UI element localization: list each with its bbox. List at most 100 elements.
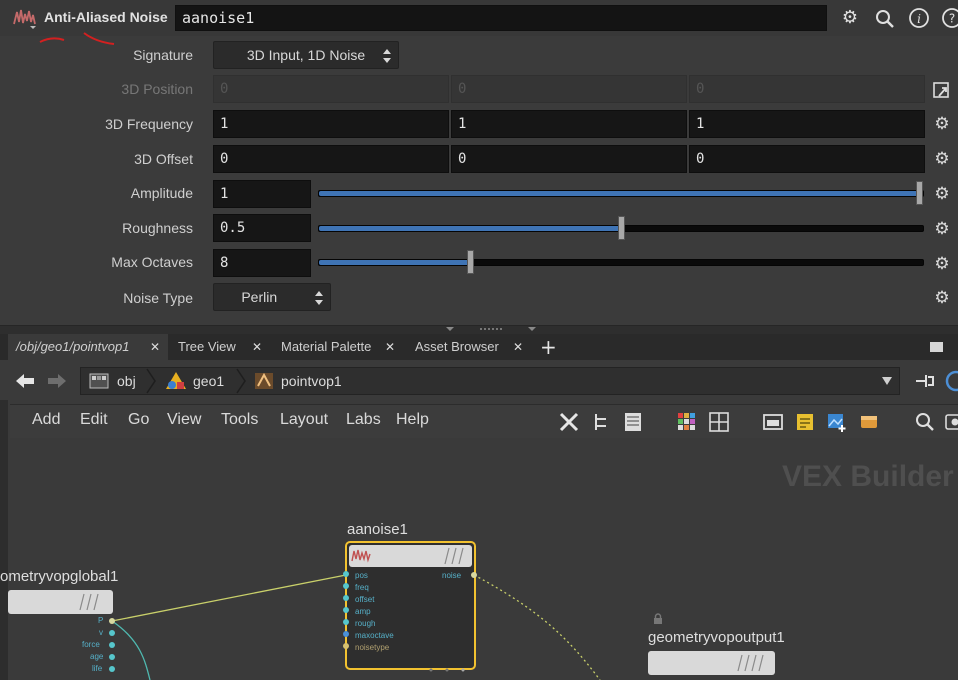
channel-link-icon[interactable] [931,79,953,101]
close-icon[interactable]: ✕ [385,334,395,360]
position-label: 3D Position [121,81,193,97]
close-icon[interactable]: ✕ [252,334,262,360]
output-node[interactable] [648,651,775,675]
search-icon[interactable] [874,8,896,30]
pin-icon[interactable] [914,372,936,390]
amplitude-slider-handle[interactable] [916,181,923,205]
port-dot [343,631,349,637]
sticky-note-icon[interactable] [794,411,816,433]
amplitude-slider[interactable] [318,181,924,205]
path-item-geo1[interactable]: geo1 [193,368,224,394]
offset-y-field[interactable]: 0 [451,145,687,173]
menu-layout[interactable]: Layout [280,411,328,429]
chevron-down-icon[interactable] [881,376,893,386]
node-flags [79,593,99,611]
position-x-field[interactable]: 0 [213,75,449,103]
frequency-y-field[interactable]: 1 [451,110,687,138]
network-menu-bar: Add Edit Go View Tools Layout Labs Help [10,404,958,439]
menu-tools[interactable]: Tools [221,411,258,429]
forward-arrow-icon[interactable] [46,372,68,390]
output-port-life[interactable]: life [92,664,102,673]
path-item-pointvop1[interactable]: pointvop1 [281,368,342,394]
tab-asset-browser-label: Asset Browser [415,339,499,354]
global-node[interactable] [8,590,113,614]
node-name-field[interactable]: aanoise1 [175,5,827,31]
input-port-pos[interactable]: pos [355,571,368,580]
offset-z-field[interactable]: 0 [689,145,925,173]
gear-icon[interactable]: ⚙ [932,219,952,239]
list-view-icon[interactable] [622,411,644,433]
input-port-maxoctave[interactable]: maxoctave [355,631,394,640]
noise-type-dropdown[interactable]: Perlin [213,283,331,311]
output-port-P[interactable]: P [98,616,103,625]
tab-material-palette[interactable]: Material Palette ✕ [273,334,403,360]
dot-network-icon[interactable] [858,411,880,433]
max-octaves-slider-handle[interactable] [467,250,474,274]
max-octaves-field[interactable]: 8 [213,249,311,277]
noise-node-icon[interactable] [12,6,38,30]
max-octaves-slider[interactable] [318,250,924,274]
offset-x-field[interactable]: 0 [213,145,449,173]
gear-icon[interactable]: ⚙ [932,114,952,134]
port-dot [109,630,115,636]
wrench-icon[interactable] [558,411,580,433]
menu-edit[interactable]: Edit [80,411,108,429]
gear-icon[interactable]: ⚙ [838,7,862,29]
input-port-freq[interactable]: freq [355,583,369,592]
node-flags[interactable] [441,547,469,565]
input-port-offset[interactable]: offset [355,595,374,604]
amplitude-field[interactable]: 1 [213,180,311,208]
input-port-rough[interactable]: rough [355,619,375,628]
menu-help[interactable]: Help [396,411,429,429]
path-field[interactable]: obj geo1 pointvop1 [80,367,900,395]
network-view-icon[interactable] [944,370,958,392]
eye-icon[interactable] [944,411,958,433]
position-z-field[interactable]: 0 [689,75,925,103]
path-item-obj[interactable]: obj [117,368,136,394]
roughness-field[interactable]: 0.5 [213,214,311,242]
position-y-field[interactable]: 0 [451,75,687,103]
gear-icon[interactable]: ⚙ [932,149,952,169]
tab-network-label: /obj/geo1/pointvop1 [16,339,130,354]
signature-dropdown[interactable]: 3D Input, 1D Noise [213,41,399,69]
gear-icon[interactable]: ⚙ [932,184,952,204]
tab-asset-browser[interactable]: Asset Browser ✕ [407,334,531,360]
network-wires [111,574,601,680]
maximize-pane-icon[interactable] [930,342,943,352]
gear-icon[interactable]: ⚙ [932,288,952,308]
search-icon[interactable] [914,411,936,433]
image-add-icon[interactable] [826,411,848,433]
info-icon[interactable]: i [908,7,930,29]
roughness-slider-handle[interactable] [618,216,625,240]
input-port-noisetype[interactable]: noisetype [355,643,389,652]
gear-icon[interactable]: ⚙ [932,254,952,274]
network-box-icon[interactable] [762,411,784,433]
output-port-v[interactable]: v [99,628,103,637]
node-name-aanoise1: aanoise1 [347,521,408,538]
frequency-z-field[interactable]: 1 [689,110,925,138]
menu-labs[interactable]: Labs [346,411,381,429]
color-palette-icon[interactable] [676,411,698,433]
roughness-slider[interactable] [318,216,924,240]
geometry-icon [166,372,186,389]
output-port-force[interactable]: force [82,640,100,649]
menu-add[interactable]: Add [32,411,60,429]
menu-go[interactable]: Go [128,411,149,429]
parameter-header: Anti-Aliased Noise aanoise1 ⚙ i ? [0,0,958,36]
noise-type-value: Perlin [241,289,278,305]
tree-layout-icon[interactable] [590,411,612,433]
add-tab-icon[interactable]: + [540,335,557,359]
output-port-age[interactable]: age [90,652,103,661]
input-port-amp[interactable]: amp [355,607,371,616]
close-icon[interactable]: ✕ [150,334,160,360]
output-port-noise[interactable]: noise [442,571,461,580]
aanoise1-node[interactable]: pos freq offset amp rough maxoctave nois… [345,541,476,672]
help-icon[interactable]: ? [941,7,958,29]
menu-view[interactable]: View [167,411,201,429]
tab-tree-view[interactable]: Tree View ✕ [170,334,270,360]
grid-view-icon[interactable] [708,411,730,433]
frequency-x-field[interactable]: 1 [213,110,449,138]
tab-network[interactable]: /obj/geo1/pointvop1 ✕ [8,334,168,360]
back-arrow-icon[interactable] [14,372,36,390]
close-icon[interactable]: ✕ [513,334,523,360]
